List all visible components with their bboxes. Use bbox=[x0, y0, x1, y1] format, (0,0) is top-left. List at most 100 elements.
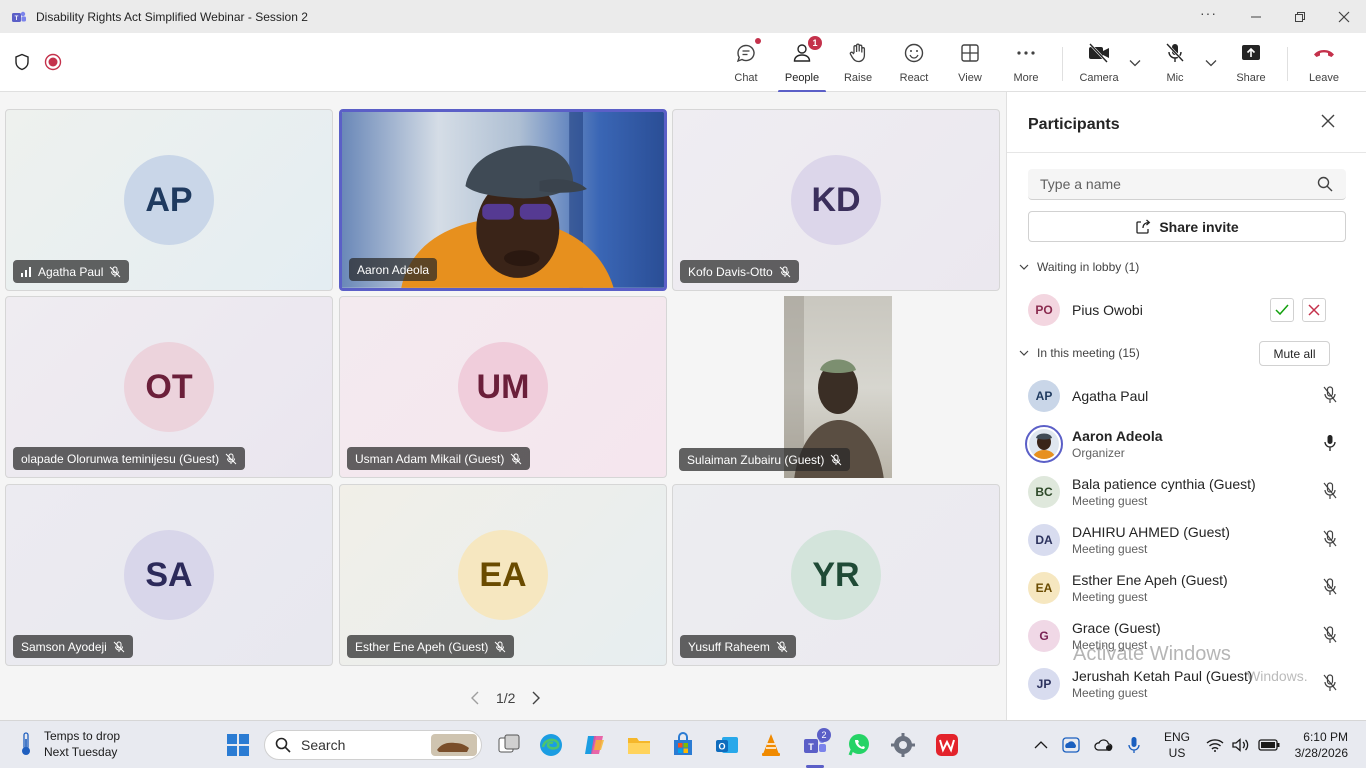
mic-options-chevron-down-icon[interactable] bbox=[1205, 59, 1217, 67]
mic-off-icon[interactable] bbox=[1322, 578, 1338, 596]
deny-x-icon bbox=[1308, 304, 1320, 316]
search-participants-input[interactable] bbox=[1028, 169, 1346, 200]
microsoft-store-icon[interactable] bbox=[670, 732, 696, 758]
participant-tile[interactable]: YR Yusuff Raheem bbox=[672, 484, 1000, 666]
mic-button[interactable]: Mic bbox=[1147, 41, 1203, 87]
copilot-icon[interactable] bbox=[582, 732, 608, 758]
avatar: EA bbox=[458, 530, 548, 620]
lobby-section-header[interactable]: Waiting in lobby (1) bbox=[1019, 260, 1139, 274]
file-explorer-icon[interactable] bbox=[626, 732, 652, 758]
participant-tile[interactable]: AP Agatha Paul bbox=[5, 109, 333, 291]
task-view-icon[interactable] bbox=[496, 732, 522, 758]
search-highlight-image bbox=[431, 734, 477, 756]
weather-widget[interactable]: Temps to drop Next Tuesday bbox=[18, 729, 120, 759]
quick-settings[interactable] bbox=[1206, 721, 1280, 768]
deny-button[interactable] bbox=[1302, 298, 1326, 322]
lobby-participant-row[interactable]: PO Pius Owobi bbox=[1028, 288, 1348, 332]
wps-office-icon[interactable] bbox=[934, 732, 960, 758]
edge-browser-icon[interactable] bbox=[538, 732, 564, 758]
admit-button[interactable] bbox=[1270, 298, 1294, 322]
mute-all-button[interactable]: Mute all bbox=[1259, 341, 1330, 366]
in-meeting-section-header[interactable]: In this meeting (15) bbox=[1019, 346, 1140, 360]
mic-off-icon[interactable] bbox=[1322, 530, 1338, 548]
name-tag: Aaron Adeola bbox=[349, 258, 438, 281]
react-button[interactable]: React bbox=[886, 41, 942, 87]
participant-row[interactable]: DA DAHIRU AHMED (Guest) Meeting guest bbox=[1028, 518, 1348, 562]
language-code: ENG bbox=[1164, 730, 1191, 744]
people-button[interactable]: 1 People bbox=[774, 36, 830, 93]
participant-row[interactable]: Aaron Adeola Organizer bbox=[1025, 422, 1348, 466]
chat-button[interactable]: Chat bbox=[718, 38, 774, 87]
participant-row[interactable]: EA Esther Ene Apeh (Guest) Meeting guest bbox=[1028, 566, 1348, 610]
participant-tile[interactable]: UM Usman Adam Mikail (Guest) bbox=[339, 296, 667, 478]
settings-gear-icon[interactable] bbox=[890, 732, 916, 758]
avatar: DA bbox=[1028, 524, 1060, 556]
name-tag: Sulaiman Zubairu (Guest) bbox=[679, 448, 851, 471]
participant-tile-speaking[interactable]: Aaron Adeola bbox=[339, 109, 667, 291]
leave-button[interactable]: Leave bbox=[1296, 41, 1352, 87]
vlc-icon[interactable] bbox=[758, 732, 784, 758]
divider bbox=[1007, 152, 1366, 153]
chevron-up-icon[interactable] bbox=[1034, 740, 1048, 750]
mic-off-icon[interactable] bbox=[1322, 674, 1338, 692]
participant-tile[interactable]: EA Esther Ene Apeh (Guest) bbox=[339, 484, 667, 666]
toolbar-divider bbox=[1062, 47, 1063, 81]
camera-button[interactable]: Camera bbox=[1071, 41, 1127, 87]
language-indicator[interactable]: ENG US bbox=[1164, 721, 1190, 768]
teams-app-icon: T bbox=[12, 11, 26, 22]
system-tray bbox=[1034, 721, 1140, 768]
mic-off-icon bbox=[779, 266, 791, 277]
participant-row[interactable]: G Grace (Guest) Meeting guest bbox=[1028, 614, 1348, 658]
whatsapp-icon[interactable] bbox=[846, 732, 872, 758]
clock-time: 6:10 PM bbox=[1303, 730, 1348, 744]
participant-tile[interactable]: SA Samson Ayodeji bbox=[5, 484, 333, 666]
outlook-icon[interactable]: O bbox=[714, 732, 740, 758]
participant-tile[interactable]: Sulaiman Zubairu (Guest) bbox=[672, 296, 1000, 478]
participant-row[interactable]: AP Agatha Paul bbox=[1028, 374, 1348, 418]
clock[interactable]: 6:10 PM 3/28/2026 bbox=[1290, 721, 1348, 768]
chevron-down-icon bbox=[1019, 264, 1029, 270]
onedrive-cloud-icon[interactable] bbox=[1062, 736, 1080, 754]
avatar: AP bbox=[1028, 380, 1060, 412]
mic-on-icon[interactable] bbox=[1322, 434, 1338, 452]
participant-row[interactable]: BC Bala patience cynthia (Guest) Meeting… bbox=[1028, 470, 1348, 514]
view-button[interactable]: View bbox=[942, 41, 998, 87]
chevron-down-icon bbox=[1019, 350, 1029, 356]
raise-hand-icon bbox=[849, 43, 866, 63]
participant-row[interactable]: JP Jerushah Ketah Paul (Guest) Meeting g… bbox=[1028, 662, 1348, 706]
camera-options-chevron-down-icon[interactable] bbox=[1129, 59, 1141, 67]
close-panel-icon[interactable] bbox=[1321, 114, 1335, 128]
microphone-icon[interactable] bbox=[1128, 736, 1140, 754]
name-tag: Samson Ayodeji bbox=[13, 635, 133, 658]
share-invite-button[interactable]: Share invite bbox=[1028, 211, 1346, 242]
restore-button[interactable] bbox=[1278, 0, 1322, 33]
mic-off-icon[interactable] bbox=[1322, 626, 1338, 644]
minimize-button[interactable] bbox=[1234, 0, 1278, 33]
window-more-icon[interactable]: ··· bbox=[1200, 5, 1217, 21]
leave-icon bbox=[1314, 50, 1334, 57]
mic-off-icon bbox=[495, 641, 506, 652]
participant-tile[interactable]: KD Kofo Davis-Otto bbox=[672, 109, 1000, 291]
name-tag: Usman Adam Mikail (Guest) bbox=[347, 447, 531, 470]
windows-start-icon[interactable] bbox=[226, 733, 250, 757]
share-button[interactable]: Share bbox=[1223, 41, 1279, 87]
mic-label: Mic bbox=[1166, 72, 1184, 84]
taskbar-search-label: Search bbox=[301, 737, 346, 753]
participant-name: Esther Ene Apeh (Guest) bbox=[355, 639, 489, 654]
thermometer-icon bbox=[22, 732, 30, 755]
mic-off-icon[interactable] bbox=[1322, 386, 1338, 404]
shield-icon[interactable] bbox=[14, 53, 30, 71]
react-label: React bbox=[899, 72, 929, 84]
raise-hand-button[interactable]: Raise bbox=[830, 41, 886, 87]
network-cloud-icon[interactable] bbox=[1094, 737, 1114, 753]
chevron-right-icon[interactable] bbox=[531, 691, 541, 705]
chat-label: Chat bbox=[734, 72, 758, 84]
taskbar-search-box[interactable]: Search bbox=[264, 730, 482, 760]
more-button[interactable]: More bbox=[998, 41, 1054, 87]
mic-off-icon[interactable] bbox=[1322, 482, 1338, 500]
participant-tile[interactable]: OT olapade Olorunwa teminijesu (Guest) bbox=[5, 296, 333, 478]
chevron-left-icon[interactable] bbox=[470, 691, 480, 705]
mic-off-icon bbox=[113, 641, 125, 652]
close-window-button[interactable] bbox=[1322, 0, 1366, 33]
recording-icon[interactable] bbox=[44, 53, 62, 71]
